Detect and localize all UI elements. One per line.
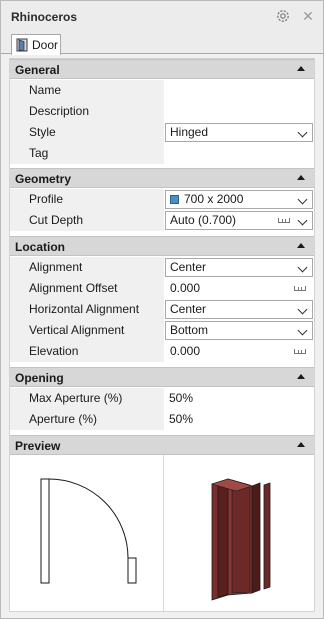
ruler-icon[interactable] (278, 218, 290, 223)
section-geometry-header[interactable]: Geometry (10, 168, 314, 188)
ruler-icon[interactable] (294, 286, 306, 291)
row-description: Description (10, 101, 314, 122)
alignment-offset-label: Alignment Offset (10, 278, 164, 299)
gear-icon[interactable] (275, 8, 291, 24)
name-field[interactable] (164, 80, 314, 101)
row-tag: Tag (10, 143, 314, 164)
row-vertical-alignment: Vertical Alignment Bottom (10, 320, 314, 341)
style-dropdown[interactable]: Hinged (165, 123, 313, 142)
tag-label: Tag (10, 143, 164, 164)
row-cut-depth: Cut Depth Auto (0.700) (10, 210, 314, 231)
cut-depth-value: Auto (0.700) (170, 213, 237, 227)
row-alignment-offset: Alignment Offset 0.000 (10, 278, 314, 299)
row-aperture: Aperture (%) 50% (10, 409, 314, 430)
ruler-icon[interactable] (294, 349, 306, 354)
max-aperture-field[interactable]: 50% (164, 388, 314, 409)
row-alignment: Alignment Center (10, 257, 314, 278)
row-horizontal-alignment: Horizontal Alignment Center (10, 299, 314, 320)
alignment-offset-value: 0.000 (170, 281, 201, 295)
tag-field[interactable] (164, 143, 314, 164)
window-title: Rhinoceros (11, 10, 78, 24)
tab-label: Door (32, 38, 59, 52)
plan-preview (40, 478, 137, 584)
description-field[interactable] (164, 101, 314, 122)
profile-color-swatch (170, 195, 179, 204)
collapse-arrow-icon[interactable] (297, 442, 305, 447)
profile-label: Profile (10, 189, 164, 210)
max-aperture-label: Max Aperture (%) (10, 388, 164, 409)
name-label: Name (10, 80, 164, 101)
profile-value: 700 x 2000 (184, 192, 244, 206)
alignment-dropdown[interactable]: Center (165, 258, 313, 277)
tab-strip: Door (1, 33, 323, 55)
section-title: Geometry (15, 172, 72, 186)
collapse-arrow-icon[interactable] (297, 374, 305, 379)
cut-depth-dropdown[interactable]: Auto (0.700) (165, 211, 313, 230)
vertical-alignment-dropdown[interactable]: Bottom (165, 321, 313, 340)
vertical-alignment-value: Bottom (170, 323, 209, 337)
door-icon (16, 38, 30, 52)
chevron-down-icon (297, 215, 308, 226)
section-title: Opening (15, 371, 64, 385)
row-style: Style Hinged (10, 122, 314, 143)
row-max-aperture: Max Aperture (%) 50% (10, 388, 314, 409)
title-bar: Rhinoceros ✕ (1, 1, 323, 33)
vertical-alignment-label: Vertical Alignment (10, 320, 164, 341)
chevron-down-icon (297, 194, 308, 205)
aperture-label: Aperture (%) (10, 409, 164, 430)
row-name: Name (10, 80, 314, 101)
tab-door[interactable]: Door (11, 34, 61, 55)
row-elevation: Elevation 0.000 (10, 341, 314, 362)
collapse-arrow-icon[interactable] (297, 243, 305, 248)
section-title: Preview (15, 439, 61, 453)
alignment-value: Center (170, 260, 207, 274)
chevron-down-icon (297, 325, 308, 336)
cut-depth-label: Cut Depth (10, 210, 164, 231)
description-label: Description (10, 101, 164, 122)
profile-dropdown[interactable]: 700 x 2000 (165, 190, 313, 209)
alignment-offset-field[interactable]: 0.000 (165, 279, 313, 298)
collapse-arrow-icon[interactable] (297, 175, 305, 180)
section-location-header[interactable]: Location (10, 236, 314, 256)
section-title: Location (15, 240, 65, 254)
properties-content: General Name Description Style Hinged Ta… (9, 58, 315, 612)
close-icon[interactable]: ✕ (301, 9, 315, 23)
horizontal-alignment-value: Center (170, 302, 207, 316)
style-value: Hinged (170, 125, 209, 139)
section-preview-header[interactable]: Preview (10, 435, 314, 455)
row-profile: Profile 700 x 2000 (10, 189, 314, 210)
style-label: Style (10, 122, 164, 143)
section-general-header[interactable]: General (10, 59, 314, 79)
chevron-down-icon (297, 262, 308, 273)
properties-panel: Rhinoceros ✕ Door General Name Descripti… (0, 0, 324, 619)
horizontal-alignment-label: Horizontal Alignment (10, 299, 164, 320)
section-title: General (15, 63, 60, 77)
elevation-field[interactable]: 0.000 (165, 342, 313, 361)
elevation-value: 0.000 (170, 344, 201, 358)
horizontal-alignment-dropdown[interactable]: Center (165, 300, 313, 319)
section-opening-header[interactable]: Opening (10, 367, 314, 387)
elevation-label: Elevation (10, 341, 164, 362)
chevron-down-icon (297, 304, 308, 315)
aperture-field[interactable]: 50% (164, 409, 314, 430)
chevron-down-icon (297, 127, 308, 138)
preview-area (10, 455, 314, 611)
door-3d-preview (210, 478, 271, 601)
collapse-arrow-icon[interactable] (297, 66, 305, 71)
alignment-label: Alignment (10, 257, 164, 278)
